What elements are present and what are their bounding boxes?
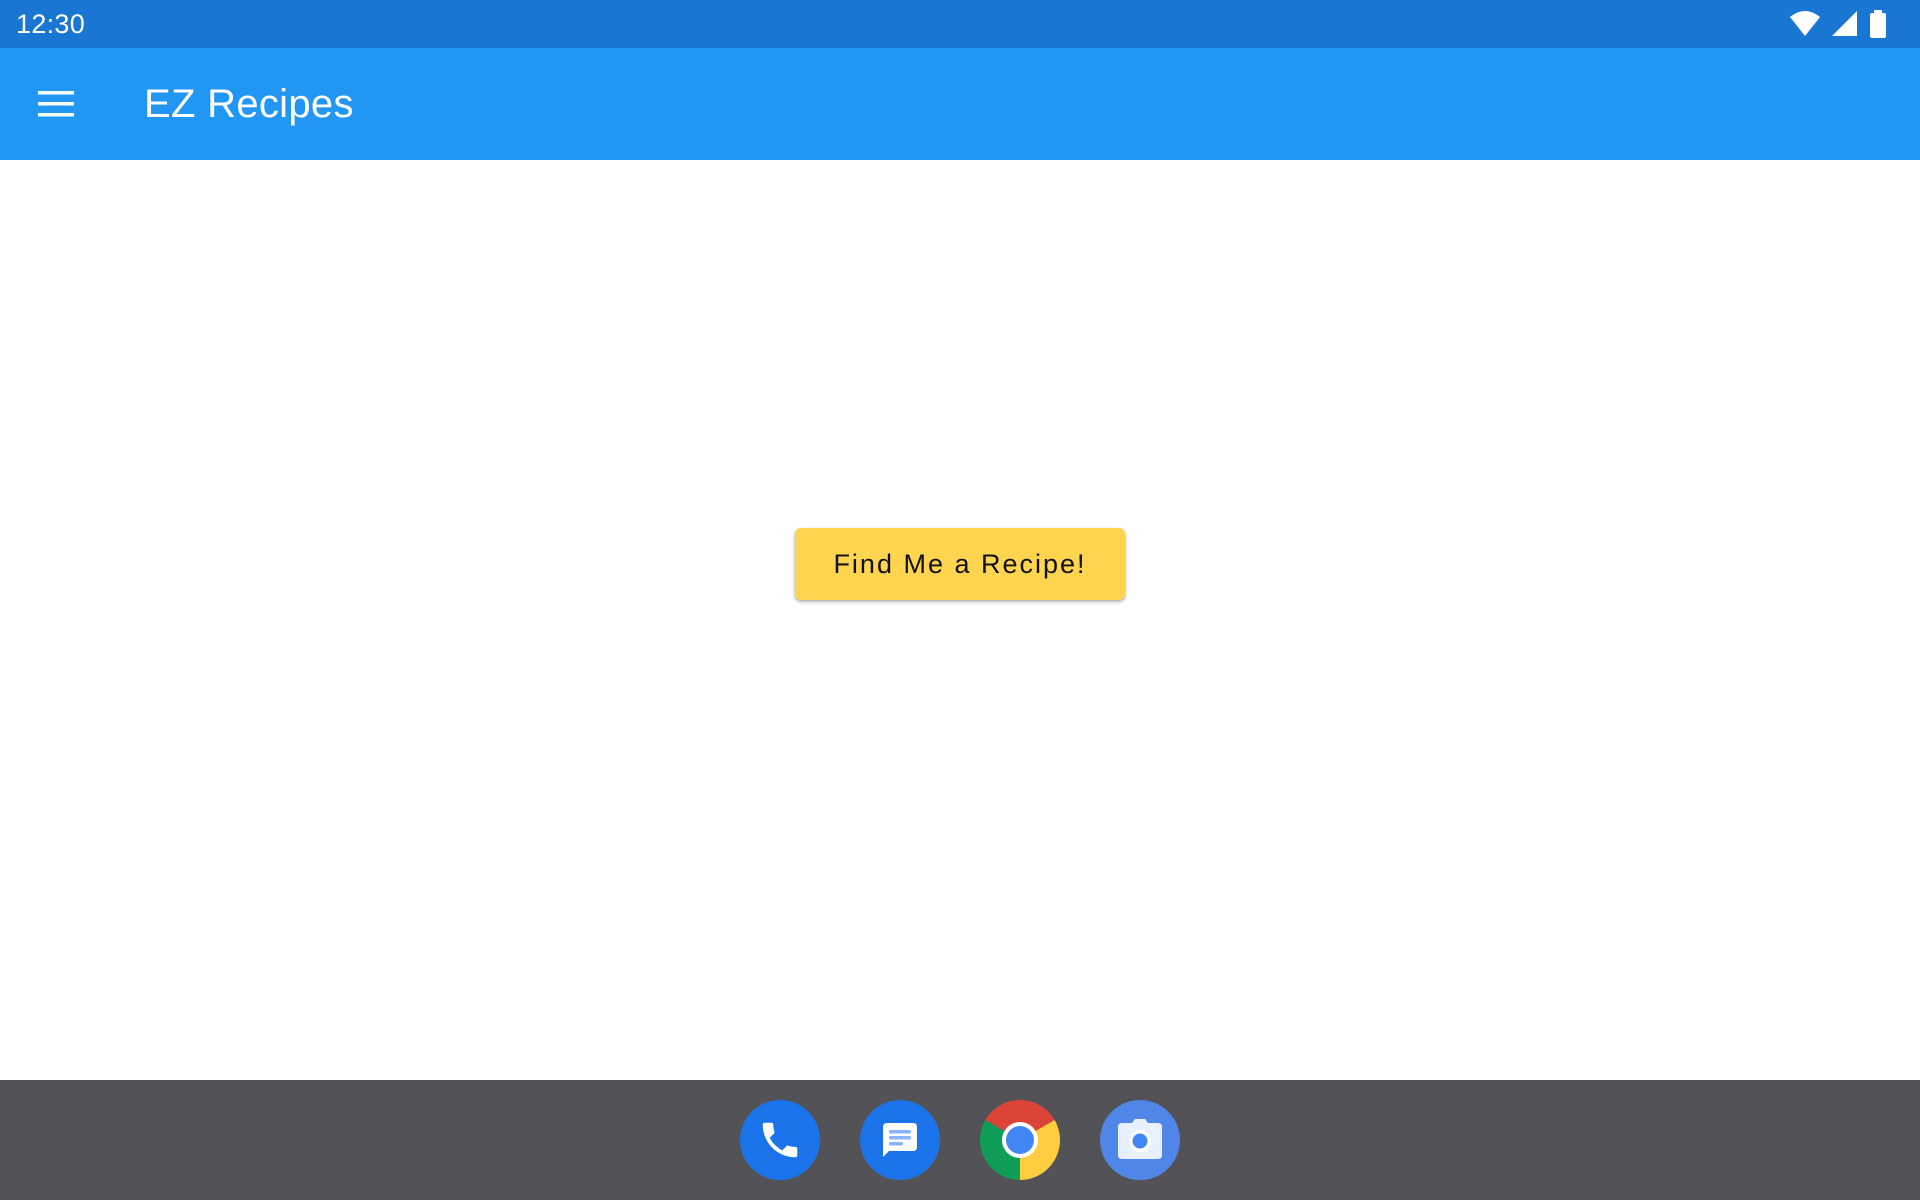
dock-app-phone[interactable] xyxy=(740,1100,820,1180)
screen: 12:30 EZ Recipes Find Me a Recipe! xyxy=(0,0,1920,1200)
hamburger-menu-icon xyxy=(38,91,74,117)
status-bar: 12:30 xyxy=(0,0,1920,48)
camera-icon xyxy=(1115,1117,1165,1163)
app-title: EZ Recipes xyxy=(144,81,354,126)
status-time: 12:30 xyxy=(16,8,86,39)
find-recipe-button[interactable]: Find Me a Recipe! xyxy=(795,528,1125,600)
battery-icon xyxy=(1870,10,1886,38)
dock-app-messages[interactable] xyxy=(860,1100,940,1180)
status-icons xyxy=(1790,10,1886,38)
dock-app-camera[interactable] xyxy=(1100,1100,1180,1180)
menu-button[interactable] xyxy=(0,48,112,160)
dock-app-chrome[interactable] xyxy=(980,1100,1060,1180)
cell-signal-icon xyxy=(1832,11,1858,37)
messages-icon xyxy=(877,1117,923,1163)
app-dock xyxy=(0,1080,1920,1200)
chrome-icon xyxy=(980,1100,1060,1180)
main-content: Find Me a Recipe! xyxy=(0,160,1920,1080)
phone-icon xyxy=(757,1117,803,1163)
wifi-icon xyxy=(1790,11,1820,37)
app-bar: EZ Recipes xyxy=(0,48,1920,160)
